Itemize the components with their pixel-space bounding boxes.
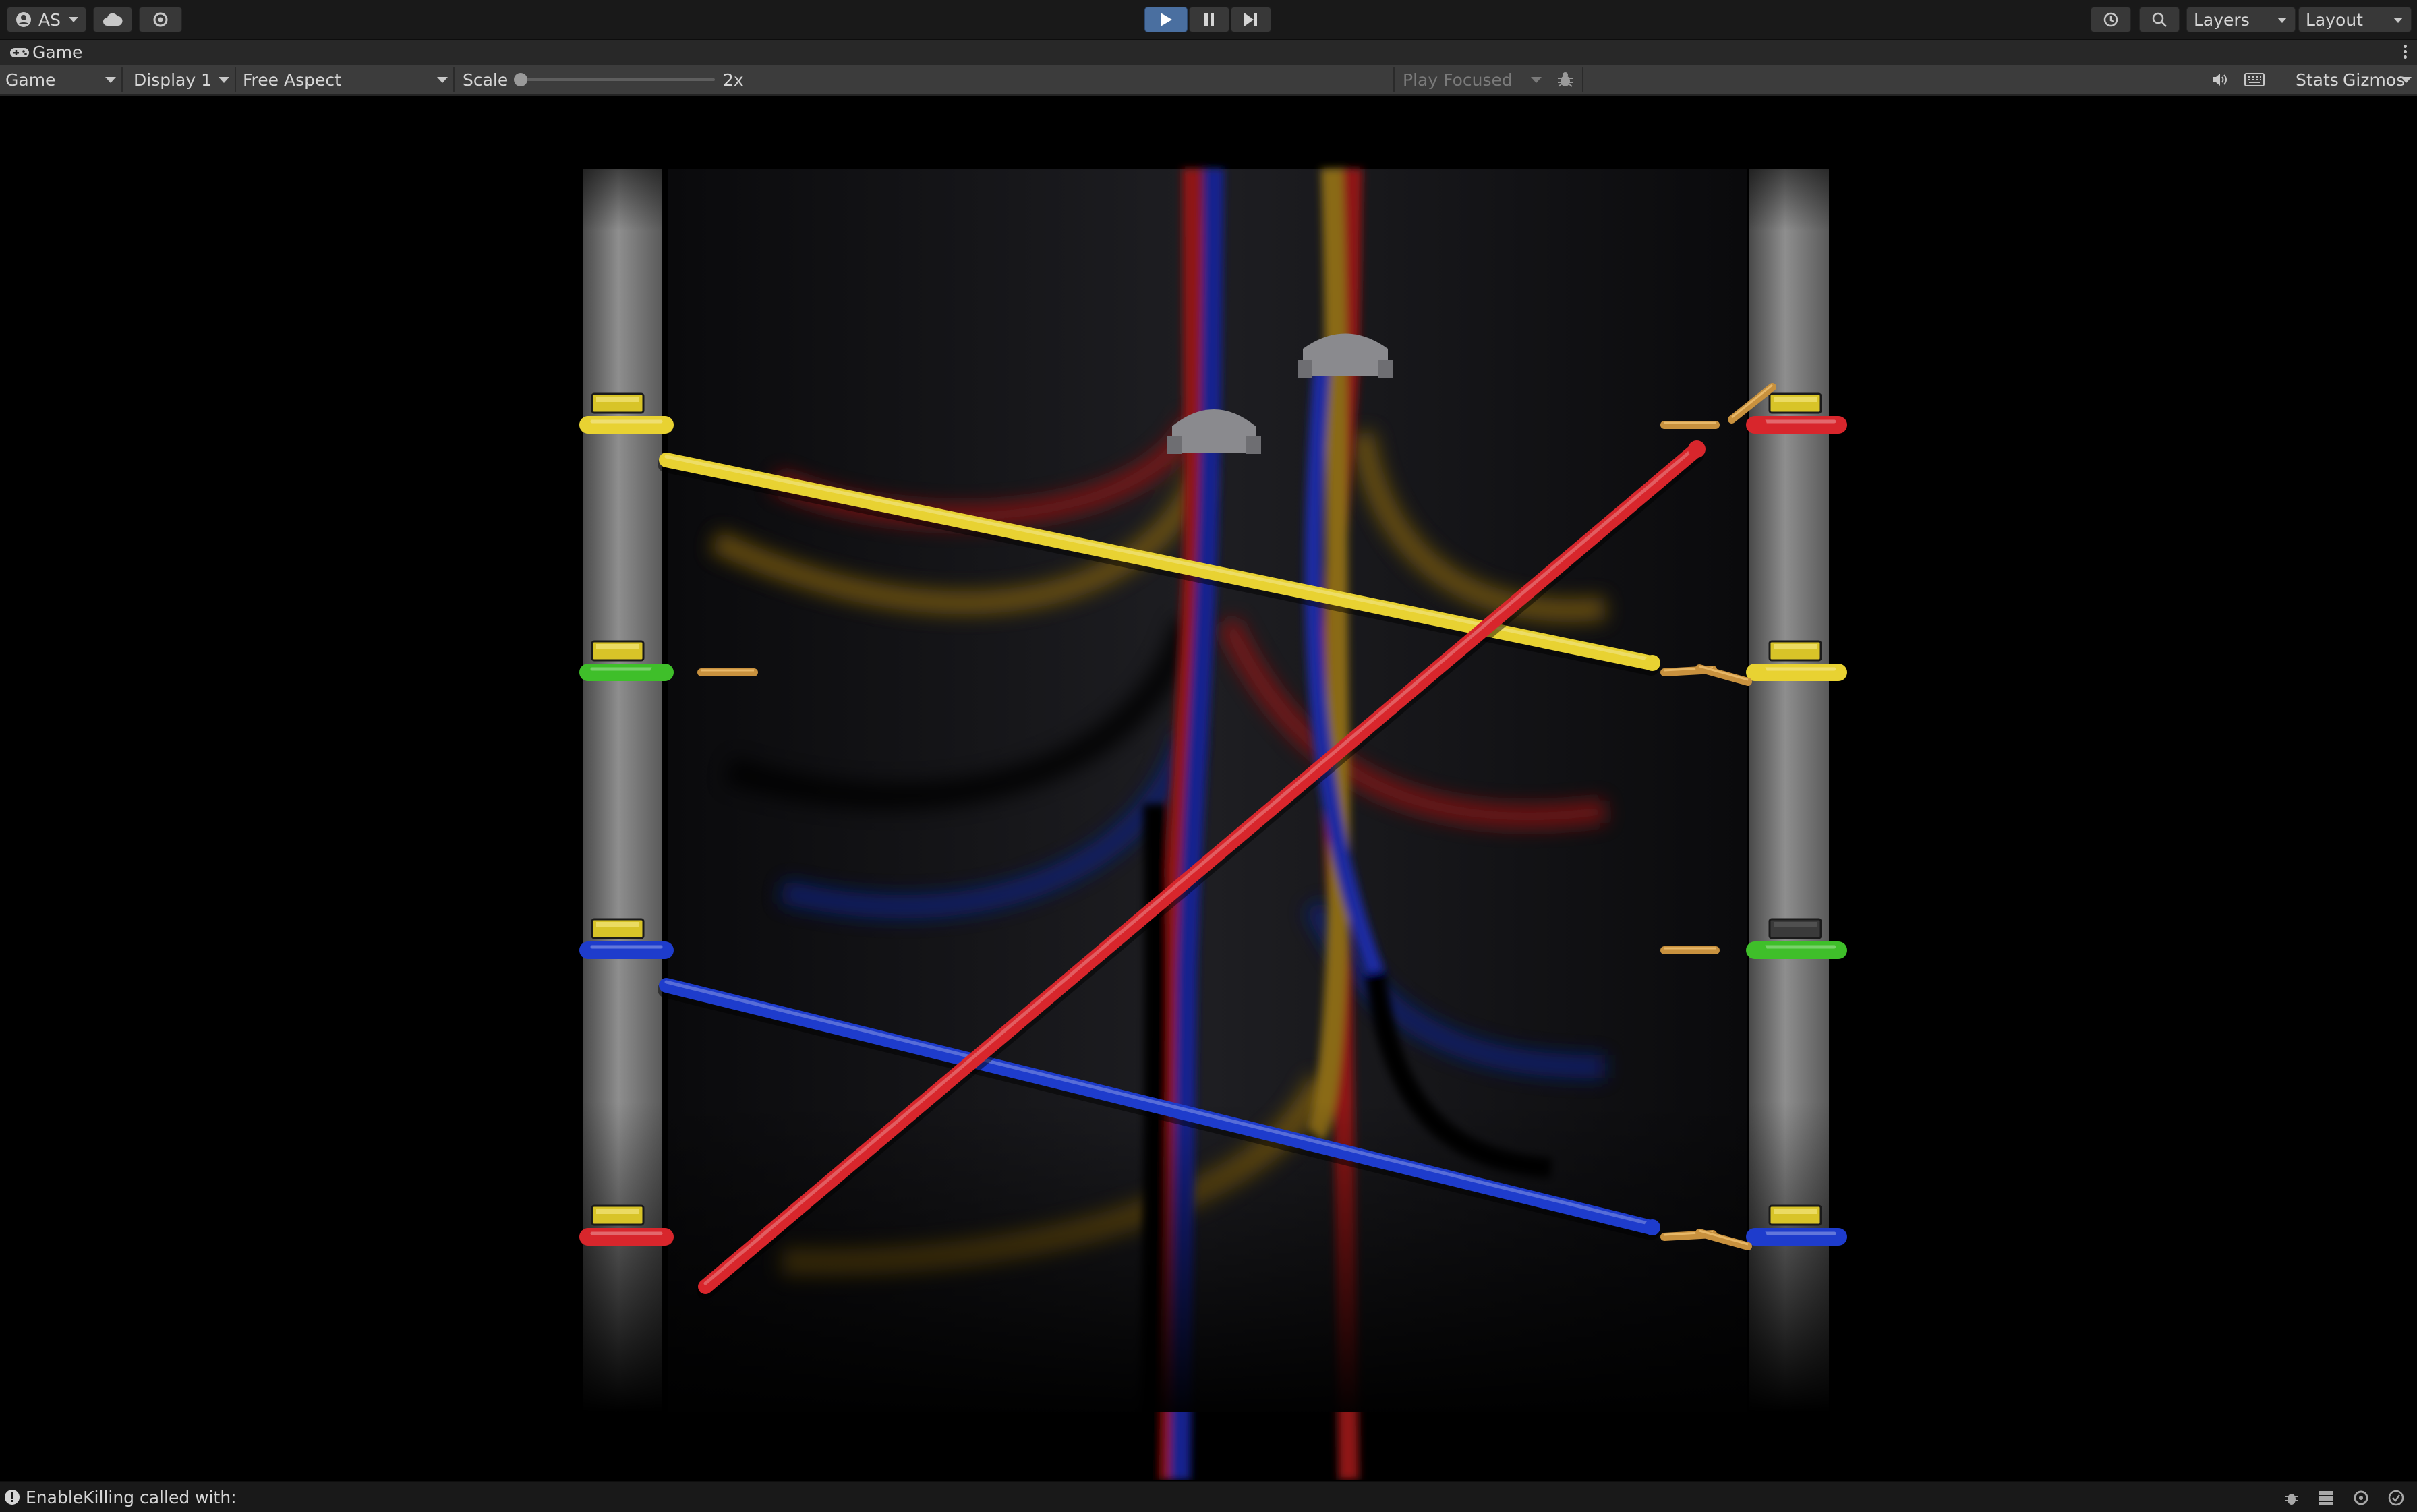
tab-game[interactable]: Game bbox=[32, 42, 82, 62]
history-icon bbox=[2103, 12, 2118, 27]
history-button[interactable] bbox=[2091, 7, 2131, 32]
chevron-down-icon bbox=[2277, 18, 2287, 23]
layout-dropdown[interactable]: Layout bbox=[2298, 7, 2412, 32]
right-indicator-light-shine bbox=[1774, 644, 1817, 649]
pause-icon bbox=[1204, 13, 1214, 26]
aspect-label: Free Aspect bbox=[243, 69, 341, 90]
left-indicator-light-shine bbox=[596, 644, 639, 649]
mute-audio-icon[interactable] bbox=[2211, 71, 2228, 88]
keyboard-icon[interactable] bbox=[2244, 73, 2265, 86]
right-indicator-light-shine bbox=[1774, 1209, 1817, 1214]
play-mode-label: Play Focused bbox=[1403, 69, 1513, 90]
left-indicator-light-shine bbox=[596, 1209, 639, 1214]
chevron-down-icon bbox=[1531, 77, 1542, 83]
stats-button[interactable]: Stats bbox=[2290, 65, 2339, 94]
wire-puzzle[interactable] bbox=[0, 96, 2417, 1480]
right-plug-red-tip bbox=[1751, 417, 1767, 433]
game-view-toolbar: Game Display 1 Free Aspect Scale 2x Play… bbox=[0, 65, 2417, 96]
debug-icon[interactable] bbox=[2283, 1489, 2300, 1507]
left-indicator-light-shine bbox=[596, 922, 639, 927]
search-button[interactable] bbox=[2139, 7, 2180, 32]
account-dropdown[interactable]: AS bbox=[7, 7, 86, 32]
layout-label: Layout bbox=[2306, 9, 2363, 30]
more-options-icon[interactable] bbox=[2404, 45, 2408, 61]
info-icon bbox=[5, 1490, 20, 1505]
network-icon[interactable] bbox=[2317, 1489, 2335, 1507]
divider bbox=[1393, 67, 1395, 92]
display-dropdown[interactable]: Display 1 bbox=[128, 65, 233, 94]
right-indicator-light-shine bbox=[1774, 922, 1817, 927]
chevron-down-icon bbox=[68, 17, 78, 22]
cloud-icon bbox=[103, 13, 123, 26]
chevron-down-icon bbox=[2393, 18, 2403, 23]
cloud-button[interactable] bbox=[93, 7, 132, 32]
scale-slider[interactable] bbox=[513, 65, 715, 94]
chevron-down-icon bbox=[437, 77, 448, 83]
play-mode-dropdown[interactable]: Play Focused bbox=[1397, 65, 1546, 94]
settings-icon[interactable] bbox=[2352, 1489, 2370, 1507]
divider bbox=[121, 67, 123, 92]
game-view[interactable] bbox=[0, 96, 2417, 1480]
check-circle-icon[interactable] bbox=[2387, 1489, 2405, 1507]
left-indicator-light-shine bbox=[596, 397, 639, 402]
status-bar: EnableKilling called with: bbox=[0, 1481, 2417, 1512]
wire-end-yellow bbox=[1644, 655, 1660, 671]
divider bbox=[235, 67, 236, 92]
view-mode-dropdown[interactable]: Game bbox=[0, 65, 120, 94]
scale-value: 2x bbox=[723, 69, 744, 90]
play-icon bbox=[1161, 13, 1172, 26]
chevron-down-icon bbox=[2401, 77, 2412, 83]
console-message[interactable]: EnableKilling called with: bbox=[26, 1488, 237, 1507]
gizmos-label: Gizmos bbox=[2343, 69, 2406, 90]
gamepad-icon bbox=[10, 48, 29, 57]
game-tab-bar: Game bbox=[0, 40, 2417, 65]
main-toolbar: AS Layers Layout bbox=[0, 0, 2417, 40]
left-plug-green-tip bbox=[650, 664, 666, 680]
display-label: Display 1 bbox=[134, 69, 212, 90]
scale-slider-track bbox=[519, 78, 715, 81]
step-button[interactable] bbox=[1231, 7, 1271, 32]
right-plug-yellow-tip bbox=[1751, 664, 1767, 680]
account-label: AS bbox=[38, 9, 61, 30]
bug-icon[interactable] bbox=[1556, 70, 1575, 89]
chevron-down-icon bbox=[105, 77, 116, 83]
view-mode-label: Game bbox=[5, 69, 56, 90]
services-button[interactable] bbox=[139, 7, 182, 32]
account-icon bbox=[16, 12, 31, 27]
right-indicator-light-shine bbox=[1774, 397, 1817, 402]
divider bbox=[1582, 67, 1583, 92]
pause-button[interactable] bbox=[1189, 7, 1229, 32]
wire-end-red[interactable] bbox=[1688, 440, 1706, 458]
gizmos-dropdown[interactable]: Gizmos bbox=[2337, 65, 2417, 94]
step-icon bbox=[1244, 13, 1257, 26]
scale-label: Scale bbox=[463, 69, 508, 90]
vignette bbox=[668, 169, 1747, 1412]
layers-label: Layers bbox=[2194, 9, 2250, 30]
scale-slider-thumb[interactable] bbox=[514, 73, 527, 86]
divider bbox=[453, 67, 455, 92]
chevron-down-icon bbox=[219, 77, 229, 83]
right-plug-blue-tip bbox=[1751, 1229, 1767, 1245]
right-plug-green-tip bbox=[1751, 942, 1767, 958]
aspect-dropdown[interactable]: Free Aspect bbox=[237, 65, 452, 94]
gear-icon bbox=[153, 12, 168, 27]
layers-dropdown[interactable]: Layers bbox=[2186, 7, 2296, 32]
search-icon bbox=[2152, 12, 2167, 27]
wire-end-blue bbox=[1644, 1219, 1660, 1235]
play-button[interactable] bbox=[1144, 7, 1188, 32]
